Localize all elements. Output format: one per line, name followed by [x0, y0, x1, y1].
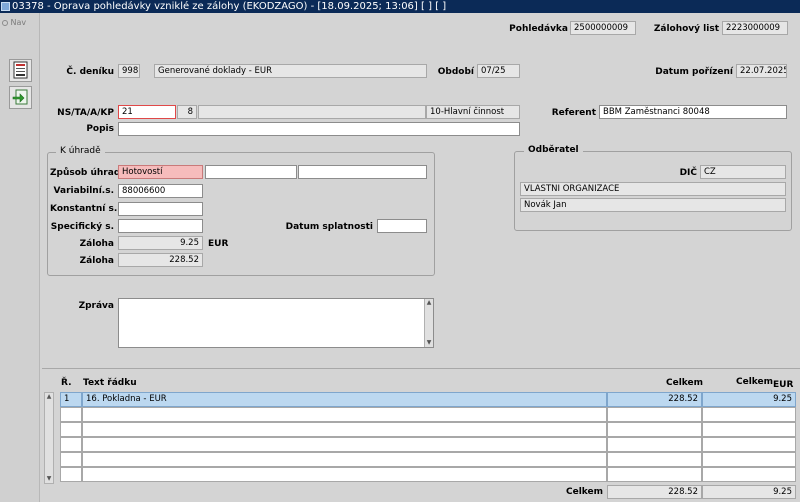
- col-eur-header: EUR: [773, 380, 794, 390]
- grid-scroll-down-icon[interactable]: ▼: [45, 475, 53, 483]
- row-celkem-eur-cell: 9.25: [702, 392, 796, 407]
- datum-splatnosti-field[interactable]: [377, 219, 427, 233]
- zpusob-uhrady-label: Způsob úhrady: [50, 168, 127, 178]
- denik-name-field[interactable]: Generované doklady - EUR: [154, 64, 427, 78]
- col-celkem-eur-header: Celkem: [736, 377, 774, 387]
- zpusob-uhrady-field-3[interactable]: [298, 165, 427, 179]
- row-celkem-cell: 228.52: [607, 392, 702, 407]
- footer-celkem-eur-field[interactable]: 9.25: [702, 485, 796, 499]
- export-icon: [12, 89, 28, 105]
- export-button[interactable]: [9, 86, 32, 109]
- grid-scroll-up-icon[interactable]: ▲: [45, 393, 53, 401]
- grid-separator: [42, 368, 800, 369]
- nav-icon: [2, 19, 8, 26]
- table-row-empty[interactable]: [60, 467, 796, 482]
- table-row[interactable]: 1 16. Pokladna - EUR 228.52 9.25: [60, 392, 796, 407]
- odberatel-title: Odběratel: [524, 145, 583, 156]
- scroll-up-icon[interactable]: ▲: [425, 299, 433, 307]
- zprava-text: [119, 299, 433, 303]
- zaloha-field[interactable]: 9.25: [118, 236, 203, 250]
- variabilni-symbol-field[interactable]: 88006600: [118, 184, 203, 198]
- table-row-empty[interactable]: [60, 452, 796, 467]
- window-title: 03378 - Oprava pohledávky vzniklé ze zál…: [12, 1, 447, 12]
- datum-splatnosti-label: Datum splatnosti: [285, 222, 373, 232]
- save-document-button[interactable]: [9, 59, 32, 82]
- konstantni-symbol-field[interactable]: [118, 202, 203, 216]
- konstantni-symbol-label: Konstantní s.: [50, 204, 118, 214]
- footer-celkem-label: Celkem: [566, 487, 604, 497]
- specificky-symbol-field[interactable]: [118, 219, 203, 233]
- nav-button[interactable]: Nav: [2, 18, 26, 27]
- obdobi-label: Období: [437, 67, 474, 77]
- col-celkem-header: Celkem: [666, 378, 704, 388]
- dic-label: DIČ: [679, 168, 697, 178]
- popis-field[interactable]: [118, 122, 520, 136]
- pohledavka-field[interactable]: 2500000009: [570, 21, 636, 35]
- zprava-label: Zpráva: [78, 301, 114, 311]
- datum-porizeni-label: Datum pořízení: [655, 67, 733, 77]
- ns-field[interactable]: 21: [118, 105, 176, 119]
- zpusob-uhrady-field[interactable]: Hotovostí: [118, 165, 203, 179]
- ta-field[interactable]: 8: [177, 105, 197, 119]
- obdobi-field[interactable]: 07/25: [477, 64, 520, 78]
- pohledavka-label: Pohledávka: [509, 24, 568, 34]
- referent-field[interactable]: BBM Zaměstnanci 80048: [599, 105, 787, 119]
- table-row-empty[interactable]: [60, 437, 796, 452]
- table-row-empty[interactable]: [60, 407, 796, 422]
- zaloha-label: Záloha: [79, 239, 114, 249]
- referent-label: Referent: [551, 108, 596, 118]
- specificky-symbol-label: Specifický s.: [50, 222, 114, 232]
- a-field[interactable]: [198, 105, 426, 119]
- zpusob-uhrady-field-2[interactable]: [205, 165, 297, 179]
- row-number-cell: 1: [60, 392, 82, 407]
- k-uhrade-title: K úhradě: [56, 146, 105, 157]
- zaloha-currency: EUR: [208, 239, 229, 249]
- popis-label: Popis: [86, 124, 114, 134]
- dic-field[interactable]: CZ: [700, 165, 786, 179]
- nav-label: Nav: [10, 18, 27, 27]
- cislo-deniku-label: Č. deníku: [66, 67, 114, 77]
- col-text-header: Text řádku: [83, 378, 137, 388]
- datum-porizeni-field[interactable]: 22.07.2025: [736, 64, 787, 78]
- footer-celkem-field[interactable]: 228.52: [607, 485, 702, 499]
- variabilni-symbol-label: Variabilní.s.: [53, 186, 114, 196]
- col-r-header: Ř.: [61, 378, 72, 388]
- zprava-textarea[interactable]: ▲ ▼: [118, 298, 434, 348]
- zaloha-2-label: Záloha: [79, 256, 114, 266]
- row-text-cell: 16. Pokladna - EUR: [82, 392, 607, 407]
- app-icon: [1, 2, 10, 11]
- zprava-scrollbar[interactable]: ▲ ▼: [424, 299, 433, 347]
- ns-ta-a-kp-label: NS/TA/A/KP: [57, 108, 114, 118]
- scroll-down-icon[interactable]: ▼: [425, 339, 433, 347]
- save-doc-icon: [13, 61, 28, 79]
- zaloha-2-field[interactable]: 228.52: [118, 253, 203, 267]
- kp-field[interactable]: 10-Hlavní činnost: [426, 105, 520, 119]
- odberatel-contact-field[interactable]: Novák Jan: [520, 198, 786, 212]
- odberatel-name-field[interactable]: VLASTNI ORGANIZACE: [520, 182, 786, 196]
- table-row-empty[interactable]: [60, 422, 796, 437]
- grid-scrollbar[interactable]: ▲ ▼: [44, 392, 54, 484]
- window-titlebar: 03378 - Oprava pohledávky vzniklé ze zál…: [0, 0, 800, 13]
- zalohovy-list-label: Zálohový list: [653, 24, 719, 34]
- cislo-deniku-field[interactable]: 998: [118, 64, 140, 78]
- zalohovy-list-field[interactable]: 2223000009: [722, 21, 788, 35]
